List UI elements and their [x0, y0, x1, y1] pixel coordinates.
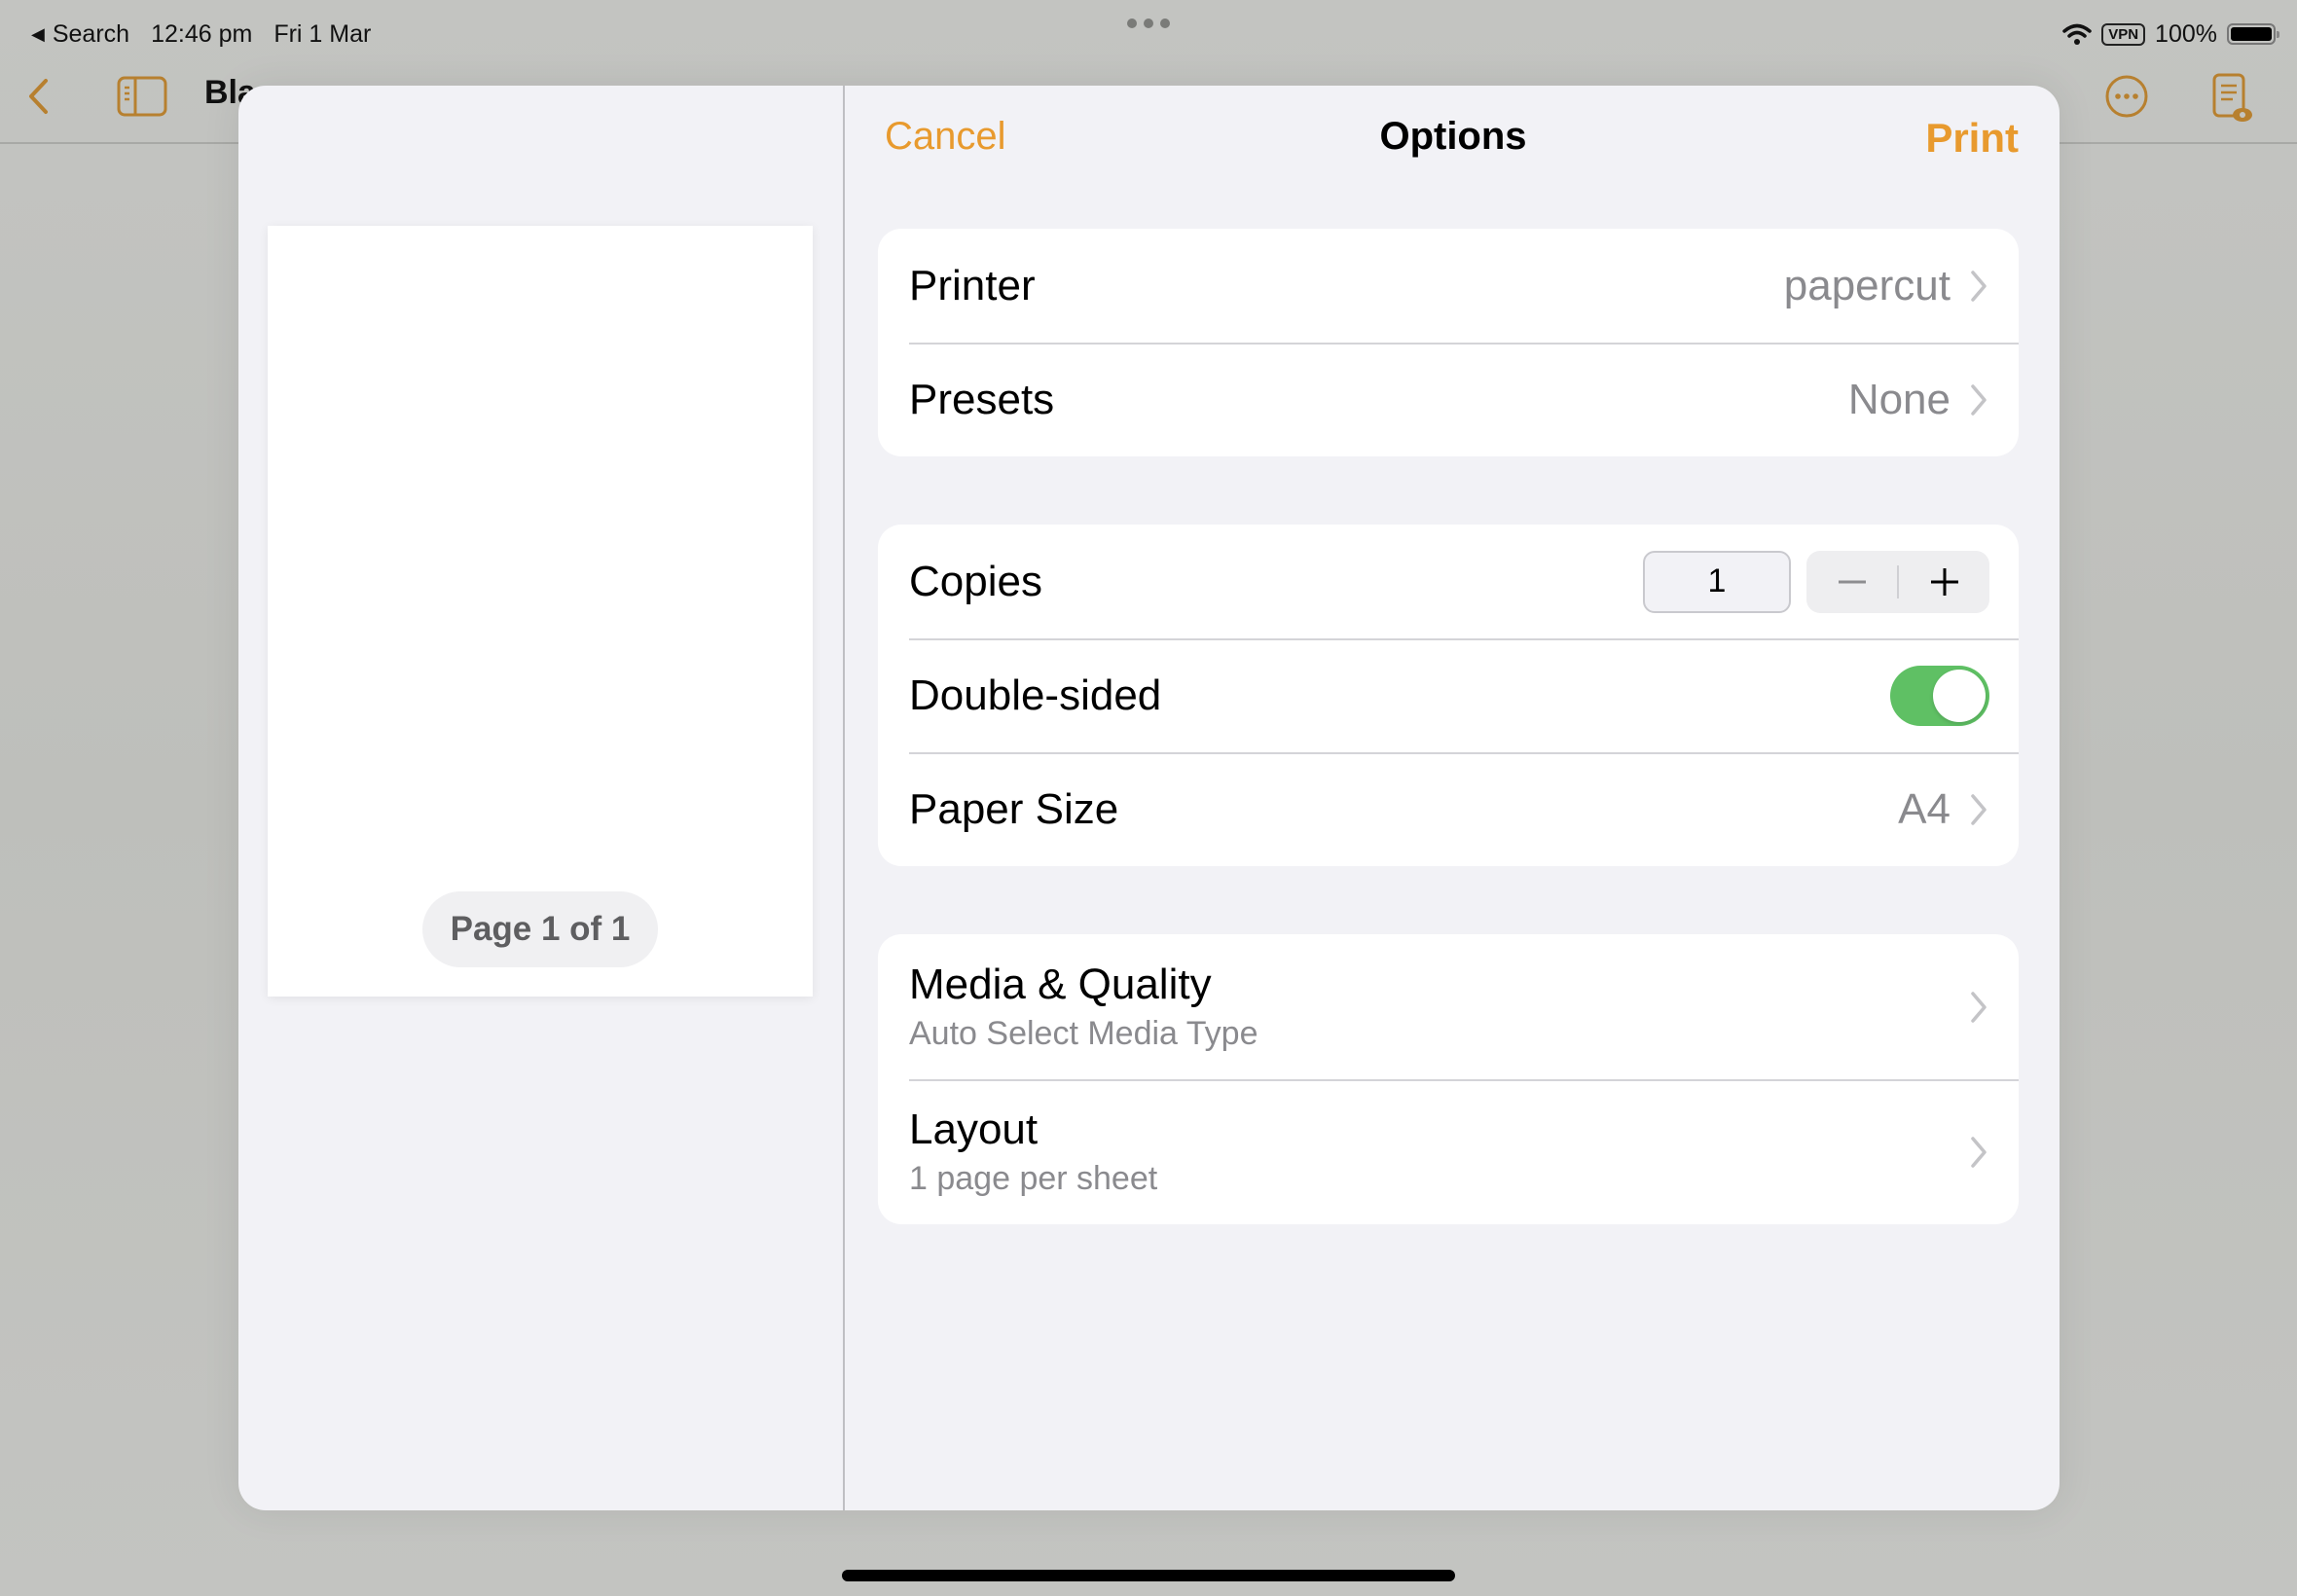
- decrement-button[interactable]: [1806, 551, 1897, 613]
- chevron-right-icon: [1971, 270, 1987, 302]
- paper-size-value: A4: [1898, 784, 1951, 833]
- page-preview-thumbnail[interactable]: Page 1 of 1: [268, 226, 813, 997]
- sidebar-toggle-icon[interactable]: [117, 76, 167, 117]
- double-sided-label: Double-sided: [909, 671, 1162, 719]
- presets-label: Presets: [909, 375, 1055, 423]
- back-to-app-label[interactable]: Search: [53, 20, 129, 49]
- print-button[interactable]: Print: [1925, 115, 2019, 162]
- battery-icon: [2227, 23, 2279, 45]
- sheet-title: Options: [1379, 115, 1527, 158]
- media-quality-row[interactable]: Media & Quality Auto Select Media Type: [878, 934, 2019, 1079]
- printer-row[interactable]: Printer papercut: [878, 229, 2019, 343]
- double-sided-toggle[interactable]: [1890, 665, 1989, 726]
- printer-label: Printer: [909, 261, 1036, 309]
- copies-row: Copies 1: [878, 525, 2019, 638]
- back-to-app-arrow-icon[interactable]: ◀: [31, 24, 45, 45]
- page-indicator: Page 1 of 1: [422, 891, 658, 967]
- more-options-icon[interactable]: [2104, 74, 2149, 119]
- media-layout-group: Media & Quality Auto Select Media Type L…: [878, 934, 2019, 1224]
- print-options-sheet: Page 1 of 1 Cancel Options Print Printer…: [238, 86, 2060, 1510]
- copies-input[interactable]: 1: [1643, 550, 1791, 613]
- chevron-right-icon: [1971, 383, 1987, 416]
- status-time: 12:46 pm: [151, 19, 253, 48]
- chevron-right-icon: [1971, 991, 1987, 1023]
- chevron-right-icon: [1971, 1136, 1987, 1168]
- print-preview-pane: Page 1 of 1: [238, 86, 845, 1510]
- media-quality-label: Media & Quality: [909, 961, 1212, 1008]
- paper-size-label: Paper Size: [909, 784, 1119, 833]
- paper-size-row[interactable]: Paper Size A4: [878, 752, 2019, 866]
- presets-value: None: [1847, 375, 1951, 423]
- presets-row[interactable]: Presets None: [878, 343, 2019, 456]
- back-chevron-icon[interactable]: [25, 78, 51, 115]
- double-sided-row: Double-sided: [878, 638, 2019, 752]
- battery-percent: 100%: [2155, 19, 2217, 48]
- status-bar-right: VPN 100%: [2062, 10, 2279, 58]
- chevron-right-icon: [1971, 793, 1987, 825]
- layout-subtitle: 1 page per sheet: [909, 1160, 1158, 1197]
- status-bar-left: ◀ Search 12:46 pm Fri 1 Mar: [31, 10, 371, 58]
- printer-value: papercut: [1783, 261, 1951, 309]
- wifi-icon: [2062, 23, 2092, 45]
- status-date: Fri 1 Mar: [273, 19, 372, 48]
- copies-label: Copies: [909, 557, 1042, 605]
- layout-row[interactable]: Layout 1 page per sheet: [878, 1079, 2019, 1224]
- plus-icon: [1930, 567, 1958, 596]
- layout-label: Layout: [909, 1106, 1039, 1153]
- options-pane: Cancel Options Print Printer papercut Pr…: [847, 86, 2060, 1510]
- copies-stepper[interactable]: [1806, 550, 1989, 613]
- multitasking-dots-icon[interactable]: [1127, 18, 1170, 28]
- copies-settings-group: Copies 1 Double-sided Paper Size A4: [878, 525, 2019, 866]
- media-quality-subtitle: Auto Select Media Type: [909, 1015, 1258, 1052]
- minus-icon: [1838, 580, 1866, 583]
- printer-settings-group: Printer papercut Presets None: [878, 229, 2019, 456]
- vpn-badge: VPN: [2101, 22, 2146, 46]
- home-indicator[interactable]: [842, 1570, 1455, 1581]
- reading-view-icon[interactable]: [2211, 72, 2254, 125]
- increment-button[interactable]: [1899, 551, 1989, 613]
